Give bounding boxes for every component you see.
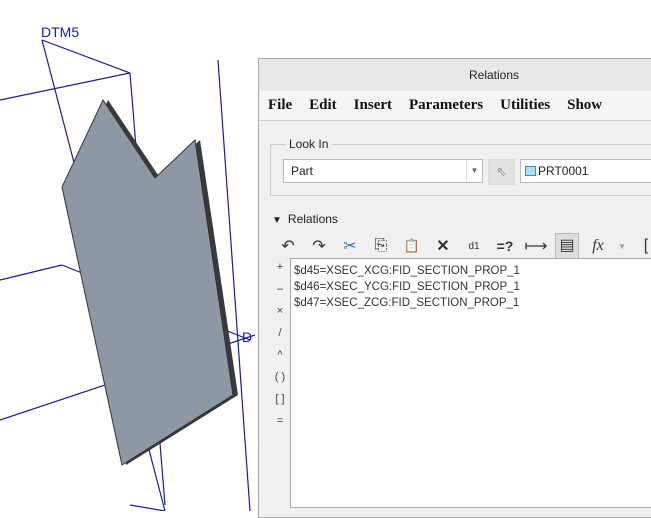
type-value: Part (291, 164, 314, 178)
menu-edit[interactable]: Edit (309, 97, 337, 114)
relations-header: Relations (287, 212, 338, 226)
dimension-toggle-icon[interactable]: ⟼ (524, 236, 548, 256)
verify-icon[interactable]: =? (493, 238, 517, 254)
operator-plus[interactable]: + (273, 261, 287, 283)
relations-section-toggle[interactable]: ▼ Relations (272, 212, 338, 226)
dialog-title: Relations (259, 59, 651, 91)
menu-insert[interactable]: Insert (354, 97, 392, 114)
operator-power[interactable]: ^ (273, 349, 287, 371)
operator-multiply[interactable]: × (273, 305, 287, 327)
look-in-label: Look In (285, 137, 333, 151)
operator-minus[interactable]: – (273, 283, 287, 305)
redo-icon[interactable]: ↷ (307, 236, 331, 256)
menu-bar: File Edit Insert Parameters Utilities Sh… (259, 91, 651, 121)
relation-line: $d46=XSEC_YCG:FID_SECTION_PROP_1 (294, 281, 520, 293)
function-icon[interactable]: fx (586, 237, 610, 255)
triangle-down-icon: ▼ (272, 215, 282, 226)
select-cursor-button[interactable]: ⇖ (488, 159, 515, 185)
bracket-icon[interactable]: [ (634, 237, 651, 255)
menu-file[interactable]: File (268, 97, 292, 114)
operator-parentheses[interactable]: ( ) (273, 371, 287, 393)
delete-icon[interactable]: ✕ (431, 236, 455, 256)
operator-column: + – × / ^ ( ) [ ] = (273, 261, 287, 437)
copy-icon[interactable]: ⎘ (369, 237, 393, 255)
model-value: PRT0001 (538, 164, 589, 178)
relations-dialog: Relations File Edit Insert Parameters Ut… (258, 58, 651, 518)
paste-icon[interactable]: 📋 (400, 238, 424, 254)
relations-editor[interactable]: $d45=XSEC_XCG:FID_SECTION_PROP_1 $d46=XS… (290, 258, 651, 508)
chevron-down-icon: ▼ (466, 160, 482, 182)
look-in-group: Look In Part ▼ ⇖ PRT0001 (270, 137, 651, 196)
cut-icon[interactable]: ✂ (338, 236, 362, 256)
toolbar: ↶ ↷ ✂ ⎘ 📋 ✕ d1 =? ⟼ ▤ fx ▼ [ (276, 233, 651, 259)
menu-parameters[interactable]: Parameters (409, 97, 483, 114)
sort-relations-icon[interactable]: ▤ (555, 233, 579, 259)
relation-line: $d47=XSEC_ZCG:FID_SECTION_PROP_1 (294, 297, 520, 309)
operator-divide[interactable]: / (273, 327, 287, 349)
part-body (61, 98, 234, 466)
operator-equals[interactable]: = (273, 415, 287, 437)
datum-label-dtm5: DTM5 (41, 24, 80, 40)
menu-show[interactable]: Show (567, 97, 602, 114)
part-icon (525, 166, 536, 176)
operator-brackets[interactable]: [ ] (273, 393, 287, 415)
dimension-values-icon[interactable]: d1 (462, 241, 486, 252)
model-field[interactable]: PRT0001 (520, 159, 651, 183)
undo-icon[interactable]: ↶ (276, 236, 300, 256)
function-dropdown-icon[interactable]: ▼ (617, 242, 627, 251)
look-in-type-select[interactable]: Part ▼ (283, 159, 483, 183)
menu-utilities[interactable]: Utilities (500, 97, 550, 114)
datum-label-d: D (242, 329, 253, 345)
cursor-icon: ⇖ (496, 164, 507, 179)
relation-line: $d45=XSEC_XCG:FID_SECTION_PROP_1 (294, 265, 520, 277)
